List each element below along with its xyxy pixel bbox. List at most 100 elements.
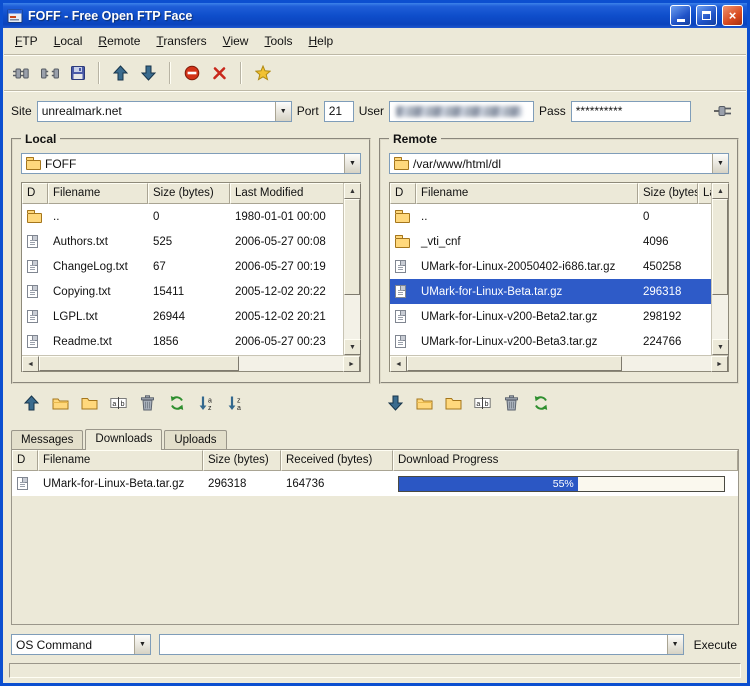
new-folder-button[interactable] — [77, 390, 102, 415]
file-row[interactable]: Copying.txt 15411 2005-12-02 20:22 — [22, 279, 343, 304]
scroll-right-button[interactable]: ► — [711, 356, 728, 372]
scroll-down-button[interactable]: ▼ — [712, 339, 729, 355]
remote-path-dropdown-button[interactable]: ▼ — [712, 154, 728, 173]
column-header-d[interactable]: D — [12, 450, 38, 471]
file-row[interactable]: UMark-for-Linux-v200-Beta2.tar.gz 298192 — [390, 304, 711, 329]
file-row[interactable]: _vti_cnf 4096 — [390, 229, 711, 254]
scrollbar-track[interactable] — [344, 295, 360, 339]
sort-asc-button[interactable]: az — [193, 390, 218, 415]
menu-item-view[interactable]: View — [215, 30, 257, 52]
column-header-d[interactable]: D — [390, 183, 416, 204]
scroll-right-button[interactable]: ► — [343, 356, 360, 372]
upload-button[interactable] — [107, 60, 134, 86]
svg-text:b: b — [121, 400, 125, 407]
sort-desc-button[interactable]: za — [222, 390, 247, 415]
local-horizontal-scrollbar[interactable]: ◄ ► — [22, 355, 360, 372]
quick-connect-button[interactable] — [709, 99, 739, 123]
maximize-button[interactable] — [696, 5, 717, 26]
rename-button[interactable]: ab — [106, 390, 131, 415]
close-button[interactable]: × — [722, 5, 743, 26]
scroll-left-button[interactable]: ◄ — [22, 356, 39, 372]
scroll-down-button[interactable]: ▼ — [344, 339, 361, 355]
folder-icon — [81, 396, 98, 410]
command-input-dropdown-button[interactable]: ▼ — [666, 635, 683, 654]
file-row[interactable]: UMark-for-Linux-20050402-i686.tar.gz 4502… — [390, 254, 711, 279]
menu-item-help[interactable]: Help — [301, 30, 342, 52]
scroll-up-button[interactable]: ▲ — [344, 183, 361, 199]
local-path-dropdown-button[interactable]: ▼ — [344, 154, 360, 173]
column-header-last-modified[interactable]: Last Modified — [230, 183, 343, 204]
minimize-button[interactable] — [670, 5, 691, 26]
upload-button[interactable] — [19, 390, 44, 415]
scrollbar-thumb[interactable] — [712, 199, 728, 295]
column-header-filename[interactable]: Filename — [48, 183, 148, 204]
scrollbar-track[interactable] — [239, 356, 343, 371]
user-input[interactable] — [389, 100, 535, 122]
column-header-filename[interactable]: Filename — [416, 183, 638, 204]
column-header-size-bytes-[interactable]: Size (bytes) — [148, 183, 230, 204]
new-folder-button[interactable] — [441, 390, 466, 415]
remote-horizontal-scrollbar[interactable]: ◄ ► — [390, 355, 728, 372]
file-row[interactable]: Readme.txt 1856 2006-05-27 00:23 — [22, 329, 343, 354]
menu-item-tools[interactable]: Tools — [256, 30, 300, 52]
local-vertical-scrollbar[interactable]: ▲ ▼ — [343, 183, 361, 355]
column-header-size-bytes-[interactable]: Size (bytes) — [203, 450, 281, 471]
titlebar[interactable]: FOFF - Free Open FTP Face × — [3, 3, 747, 28]
command-type-combobox[interactable]: OS Command ▼ — [11, 634, 151, 655]
save-button[interactable] — [64, 60, 91, 86]
scrollbar-track[interactable] — [622, 356, 711, 371]
column-header-last-modified[interactable]: Last Modified — [698, 183, 711, 204]
file-row[interactable]: .. 0 — [390, 204, 711, 229]
local-path-combobox[interactable]: FOFF ▼ — [21, 153, 361, 174]
refresh-button[interactable] — [528, 390, 553, 415]
connect-button[interactable] — [8, 60, 35, 86]
menu-item-remote[interactable]: Remote — [90, 30, 148, 52]
menu-item-ftp[interactable]: FTP — [7, 30, 46, 52]
menu-item-transfers[interactable]: Transfers — [148, 30, 214, 52]
file-row[interactable]: Authors.txt 525 2006-05-27 00:08 — [22, 229, 343, 254]
disconnect-button[interactable] — [36, 60, 63, 86]
menu-item-local[interactable]: Local — [46, 30, 91, 52]
file-row[interactable]: .. 0 1980-01-01 00:00 — [22, 204, 343, 229]
scrollbar-thumb[interactable] — [407, 356, 622, 371]
change-folder-button[interactable] — [48, 390, 73, 415]
cancel-button[interactable] — [206, 60, 233, 86]
file-row[interactable]: LGPL.txt 26944 2005-12-02 20:21 — [22, 304, 343, 329]
file-row[interactable]: UMark-for-Linux-Beta.tar.gz 296318 — [390, 279, 711, 304]
command-type-dropdown-button[interactable]: ▼ — [134, 635, 150, 654]
port-input[interactable] — [323, 100, 354, 122]
site-combobox[interactable]: unrealmark.net ▼ — [36, 100, 292, 122]
scrollbar-thumb[interactable] — [39, 356, 239, 371]
change-folder-button[interactable] — [412, 390, 437, 415]
column-header-received-bytes-[interactable]: Received (bytes) — [281, 450, 393, 471]
column-header-download-progress[interactable]: Download Progress — [393, 450, 738, 471]
remote-vertical-scrollbar[interactable]: ▲ ▼ — [711, 183, 729, 355]
column-header-d[interactable]: D — [22, 183, 48, 204]
scroll-left-button[interactable]: ◄ — [390, 356, 407, 372]
file-row[interactable]: UMark-for-Linux-v200-Beta3.tar.gz 224766 — [390, 329, 711, 354]
execute-button[interactable]: Execute — [692, 636, 739, 654]
site-dropdown-button[interactable]: ▼ — [274, 101, 291, 121]
delete-button[interactable] — [135, 390, 160, 415]
column-header-size-bytes-[interactable]: Size (bytes) — [638, 183, 698, 204]
scroll-up-button[interactable]: ▲ — [712, 183, 729, 199]
column-header-filename[interactable]: Filename — [38, 450, 203, 471]
tab-messages[interactable]: Messages — [11, 430, 84, 449]
pass-input[interactable] — [570, 100, 691, 122]
remote-path-combobox[interactable]: /var/www/html/dl ▼ — [389, 153, 729, 174]
delete-button[interactable] — [499, 390, 524, 415]
tab-downloads[interactable]: Downloads — [85, 429, 163, 450]
scrollbar-track[interactable] — [712, 295, 728, 339]
rename-icon: ab — [110, 396, 127, 410]
download-button[interactable] — [135, 60, 162, 86]
stop-button[interactable] — [178, 60, 205, 86]
tab-uploads[interactable]: Uploads — [164, 430, 227, 449]
file-row[interactable]: ChangeLog.txt 67 2006-05-27 00:19 — [22, 254, 343, 279]
download-row[interactable]: UMark-for-Linux-Beta.tar.gz 296318 164736 5… — [12, 471, 738, 496]
refresh-button[interactable] — [164, 390, 189, 415]
download-button[interactable] — [383, 390, 408, 415]
scrollbar-thumb[interactable] — [344, 199, 360, 295]
command-input-combobox[interactable]: ▼ — [159, 634, 684, 655]
bookmark-button[interactable] — [249, 60, 276, 86]
rename-button[interactable]: ab — [470, 390, 495, 415]
